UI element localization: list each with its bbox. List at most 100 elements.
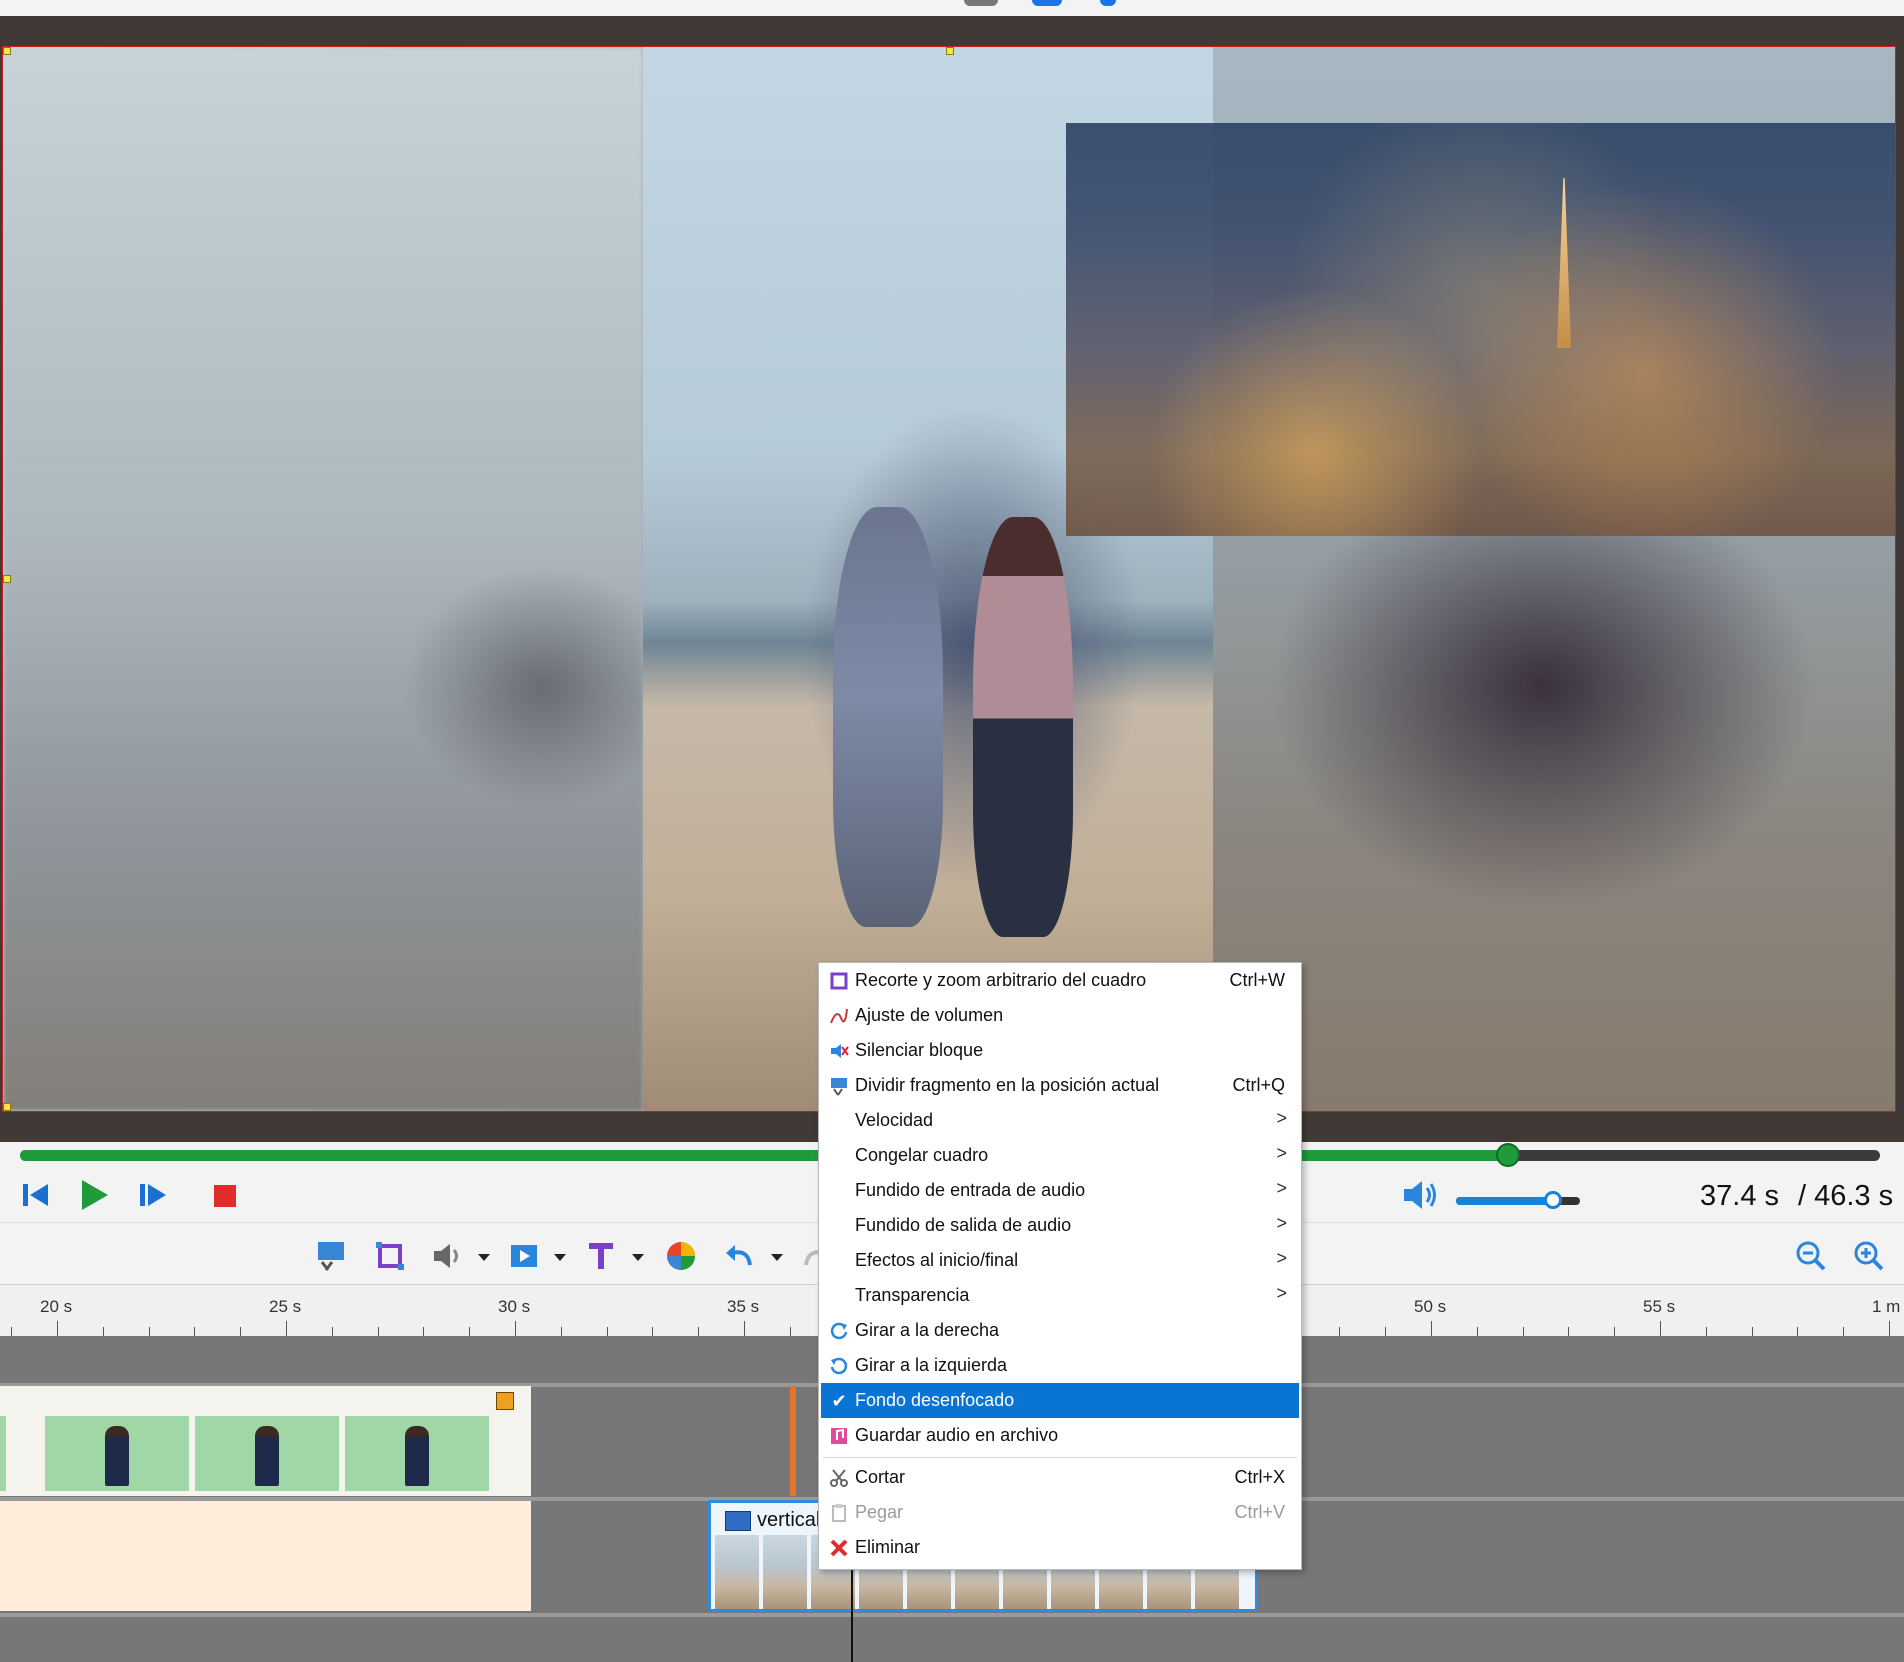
menu-item-cut[interactable]: Cortar Ctrl+X (821, 1460, 1299, 1495)
menu-item-rotate-right[interactable]: Girar a la derecha (821, 1313, 1299, 1348)
menu-item-label: Efectos al inicio/final (855, 1250, 1019, 1270)
volume-dropdown-caret[interactable] (478, 1254, 490, 1261)
menu-item-label: Velocidad (855, 1110, 934, 1130)
menu-item-label: Silenciar bloque (855, 1040, 984, 1060)
menu-item-audio-fade-in[interactable]: Fundido de entrada de audio > (821, 1173, 1299, 1208)
submenu-arrow: > (1276, 1108, 1287, 1128)
clip-edge-marker (790, 1386, 796, 1496)
speaker-button[interactable] (1400, 1177, 1436, 1213)
undo-dropdown-caret[interactable] (771, 1254, 783, 1261)
zoom-out-button[interactable] (1794, 1239, 1828, 1273)
green-screen-clip[interactable] (0, 1386, 531, 1496)
video-clip-icon (725, 1511, 751, 1531)
step-back-icon (23, 1184, 48, 1206)
presenter-figure (255, 1426, 279, 1486)
menu-item-label: Ajuste de volumen (855, 1005, 1004, 1025)
volume-handle[interactable] (1544, 1191, 1562, 1209)
select-clip-icon (318, 1242, 344, 1271)
text-button[interactable] (584, 1239, 618, 1273)
menu-item-label: Guardar audio en archivo (855, 1425, 1059, 1445)
city-night-overlay[interactable] (1066, 123, 1895, 536)
menu-separator (823, 1457, 1297, 1458)
eiffel-tower (1557, 178, 1571, 348)
track-divider (0, 1613, 1904, 1617)
menu-item-audio-fade-out[interactable]: Fundido de salida de audio > (821, 1208, 1299, 1243)
menu-item-rotate-left[interactable]: Girar a la izquierda (821, 1348, 1299, 1383)
menu-item-freeze-frame[interactable]: Congelar cuadro > (821, 1138, 1299, 1173)
select-clip-button[interactable] (314, 1239, 348, 1273)
text-dropdown-caret[interactable] (632, 1254, 644, 1261)
undo-button[interactable] (722, 1239, 756, 1273)
menu-item-split[interactable]: Dividir fragmento en la posición actual … (821, 1068, 1299, 1103)
submenu-arrow: > (1276, 1248, 1287, 1268)
menu-item-shortcut: Ctrl+Q (1232, 1075, 1285, 1095)
tick-label: 25 s (269, 1297, 302, 1316)
color-icon (667, 1242, 695, 1270)
rotate-right-icon (829, 1321, 849, 1341)
crop-button[interactable] (373, 1239, 407, 1273)
menu-item-blurred-background[interactable]: ✔ Fondo desenfocado (821, 1383, 1299, 1418)
clip-thumbnail (195, 1416, 339, 1491)
speaker-icon (1404, 1181, 1436, 1209)
tick-label: 50 s (1414, 1297, 1447, 1316)
blurred-background-left (3, 47, 643, 1111)
zoom-in-button[interactable] (1852, 1239, 1886, 1273)
menu-item-label: Transparencia (855, 1285, 970, 1305)
play-button[interactable] (76, 1177, 112, 1213)
menu-item-label: Recorte y zoom arbitrario del cuadro (855, 970, 1147, 990)
audio-clip[interactable] (0, 1501, 531, 1611)
menu-item-label: Eliminar (855, 1537, 921, 1557)
submenu-arrow: > (1276, 1283, 1287, 1303)
zoom-out-icon (1796, 1241, 1826, 1271)
tick-label: 30 s (498, 1297, 531, 1316)
menu-item-label: Fondo desenfocado (855, 1390, 1015, 1410)
menu-item-paste[interactable]: Pegar Ctrl+V (821, 1495, 1299, 1530)
scissors-icon (829, 1468, 849, 1488)
presenter-figure (405, 1426, 429, 1486)
menu-item-save-audio[interactable]: Guardar audio en archivo (821, 1418, 1299, 1453)
menu-item-label: Fundido de entrada de audio (855, 1180, 1086, 1200)
marker-icon[interactable] (1100, 0, 1116, 6)
menu-item-mute-block[interactable]: Silenciar bloque (821, 1033, 1299, 1068)
major-tick (1660, 1321, 1661, 1337)
next-frame-button[interactable] (136, 1177, 172, 1213)
stop-button[interactable] (208, 1177, 244, 1213)
stop-icon (214, 1185, 236, 1207)
menu-item-speed[interactable]: Velocidad > (821, 1103, 1299, 1138)
seek-handle[interactable] (1496, 1143, 1520, 1167)
major-tick (1889, 1321, 1890, 1337)
record-icon[interactable] (1032, 0, 1062, 6)
preview-canvas[interactable] (2, 46, 1896, 1112)
menu-item-start-end-effects[interactable]: Efectos al inicio/final > (821, 1243, 1299, 1278)
menu-item-transparency[interactable]: Transparencia > (821, 1278, 1299, 1313)
color-button[interactable] (664, 1239, 698, 1273)
presenter-figure (105, 1426, 129, 1486)
volume-level (1456, 1197, 1556, 1205)
menu-item-delete[interactable]: Eliminar (821, 1530, 1299, 1565)
context-menu: Recorte y zoom arbitrario del cuadro Ctr… (818, 962, 1302, 1570)
resize-handle-ml[interactable] (3, 575, 11, 583)
volume-button[interactable] (430, 1239, 464, 1273)
tick-label: 20 s (40, 1297, 73, 1316)
clip-thumbnail (345, 1416, 489, 1491)
tick-label: 35 s (727, 1297, 760, 1316)
resize-handle-tl[interactable] (3, 47, 11, 55)
major-tick (286, 1321, 287, 1337)
resize-handle-tc[interactable] (946, 47, 954, 55)
video-effects-button[interactable] (507, 1239, 541, 1273)
clip-thumbnail (715, 1535, 759, 1609)
previous-frame-button[interactable] (18, 1177, 54, 1213)
menu-item-volume-adjust[interactable]: Ajuste de volumen (821, 998, 1299, 1033)
rotate-left-icon (829, 1356, 849, 1376)
menu-item-shortcut: Ctrl+W (1229, 970, 1286, 990)
menu-item-crop-zoom[interactable]: Recorte y zoom arbitrario del cuadro Ctr… (821, 963, 1299, 998)
monitor-icon[interactable] (964, 0, 998, 6)
crop-icon (376, 1242, 404, 1270)
menu-item-shortcut: Ctrl+V (1234, 1502, 1285, 1522)
resize-handle-bl[interactable] (3, 1103, 11, 1111)
effects-dropdown-caret[interactable] (554, 1254, 566, 1261)
top-strip (0, 0, 1904, 16)
paste-icon (829, 1503, 849, 1523)
menu-item-label: Girar a la derecha (855, 1320, 1000, 1340)
menu-item-label: Fundido de salida de audio (855, 1215, 1072, 1235)
